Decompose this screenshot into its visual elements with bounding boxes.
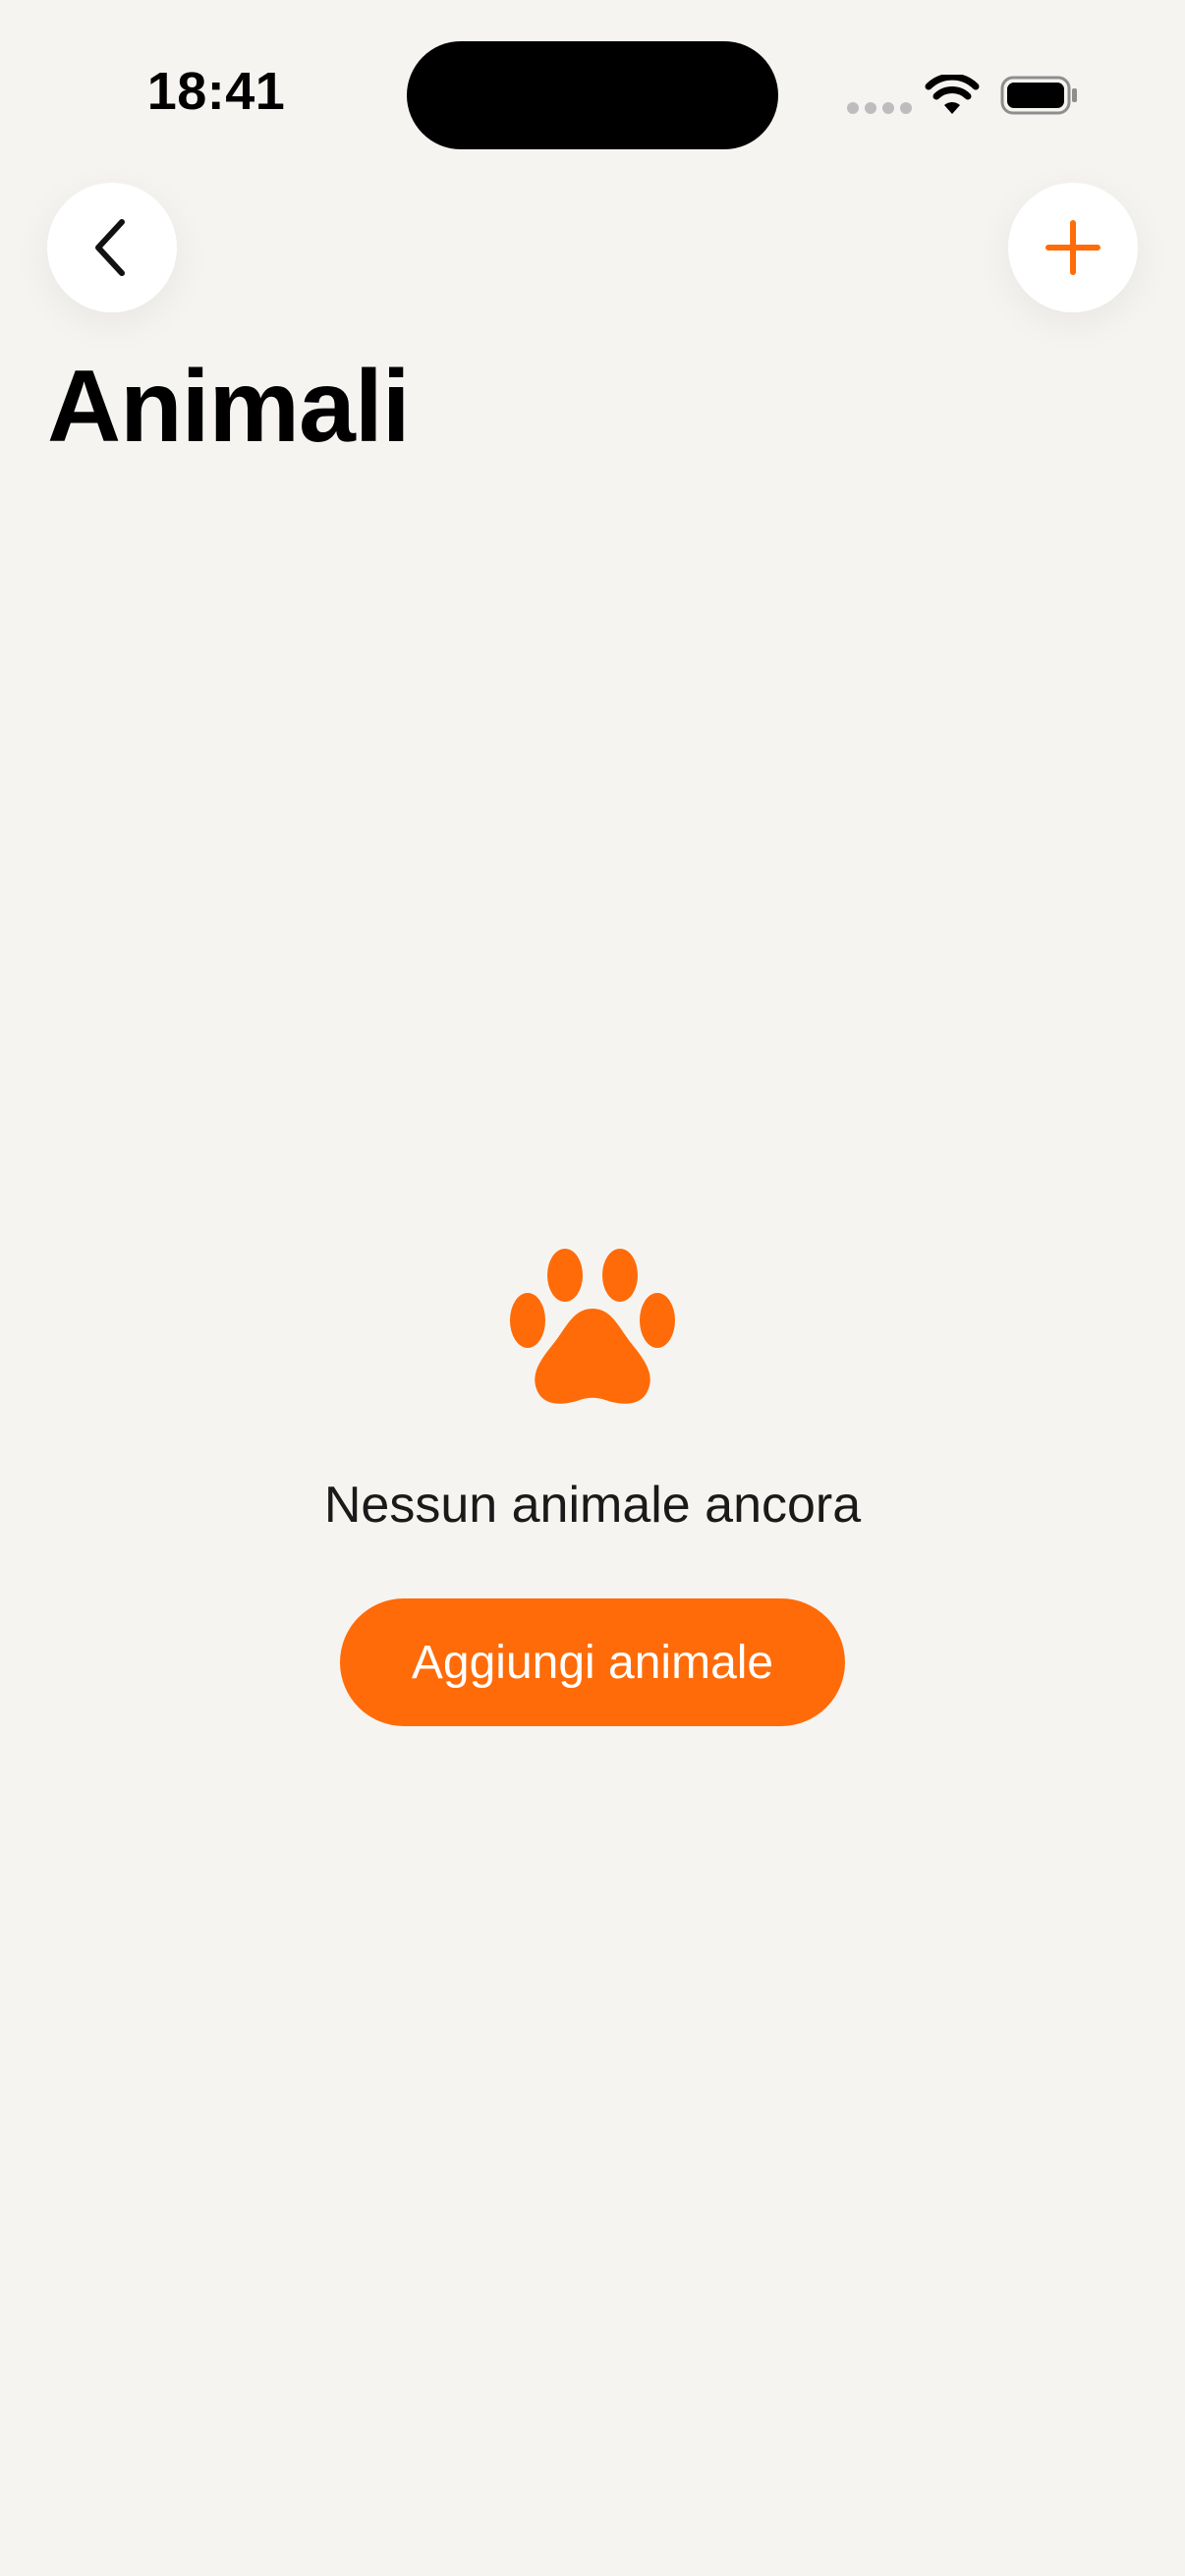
page-title: Animali (47, 350, 411, 464)
add-button[interactable] (1008, 183, 1138, 312)
wifi-icon (925, 75, 980, 114)
plus-icon (1045, 220, 1100, 275)
status-time: 18:41 (146, 62, 286, 121)
paw-icon (510, 1249, 675, 1404)
add-animal-button[interactable]: Aggiungi animale (340, 1598, 845, 1727)
status-bar: 18:41 (0, 0, 1185, 167)
back-button[interactable] (47, 183, 177, 312)
empty-message: Nessun animale ancora (323, 1477, 862, 1534)
battery-icon (1000, 76, 1077, 115)
empty-state: Nessun animale ancora Aggiungi animale (0, 1248, 1185, 1727)
chevron-left-icon (95, 219, 125, 276)
dynamic-island (407, 41, 778, 149)
cellular-signal-icon (847, 102, 912, 114)
